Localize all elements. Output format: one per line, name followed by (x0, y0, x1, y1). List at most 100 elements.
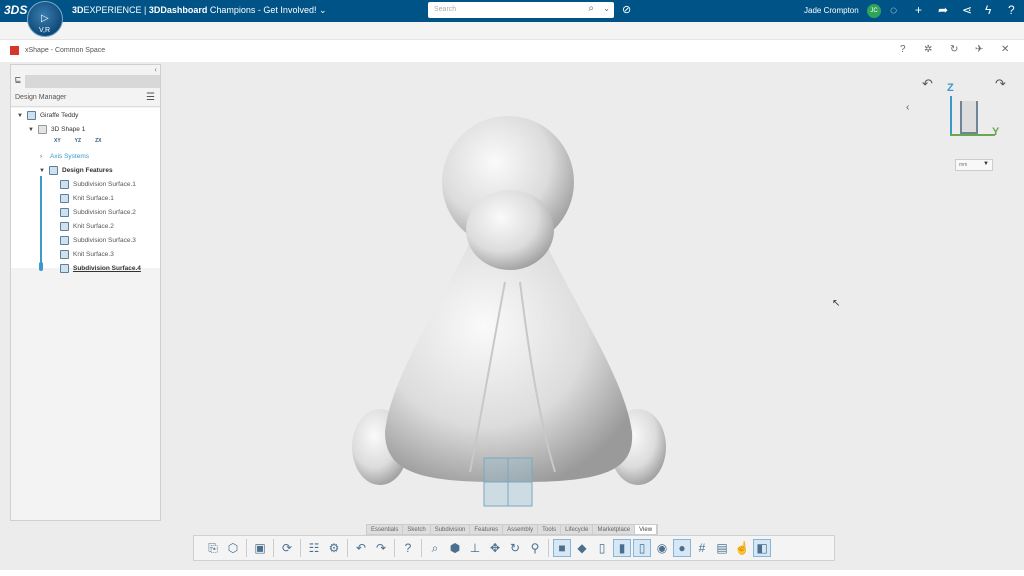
tab-marketplace[interactable]: Marketplace (593, 525, 636, 534)
panel-title: Design Manager (15, 94, 67, 101)
tag-icon[interactable]: ⊘ (622, 3, 631, 16)
compass[interactable]: ▷ V,R (27, 1, 63, 37)
action-bar-tabs: Essentials Sketch Subdivision Features A… (366, 524, 659, 535)
share-icon[interactable]: ➦ (938, 3, 948, 17)
select-icon[interactable]: ☝ (733, 539, 751, 557)
tree-node-feature[interactable]: Knit Surface.2 (60, 222, 114, 231)
tree-node-feature[interactable]: Subdivision Surface.2 (60, 208, 136, 217)
hidden-lines-icon[interactable]: ▯ (633, 539, 651, 557)
pan-icon[interactable]: ✥ (486, 539, 504, 557)
tree-node-feature[interactable]: Subdivision Surface.1 (60, 180, 136, 189)
refresh-icon[interactable]: ↻ (950, 44, 958, 55)
tab-essentials[interactable]: Essentials (367, 525, 404, 534)
shaded-icon[interactable]: ◆ (573, 539, 591, 557)
tree-node-feature[interactable]: Knit Surface.3 (60, 250, 114, 259)
redo-icon[interactable]: ↷ (372, 539, 390, 557)
avatar[interactable]: JC (867, 4, 881, 18)
design-manager-header: Design Manager ☰ (11, 89, 160, 107)
pin-icon[interactable]: ✈ (975, 44, 983, 55)
tab-sketch[interactable]: Sketch (403, 525, 431, 534)
action-bar: ⎘ ⬡ ▣ ⟳ ☷ ⚙ ↶ ↷? ⌕ ⬢ ⊥ ✥ ↻ ⚲ ■ ◆ ▯ ▮ ▯ ◉ ● # ▤ ☝ ◧ (193, 535, 835, 561)
add-icon[interactable]: + (915, 3, 922, 17)
tree-node-root[interactable]: ▼ Giraffe Teddy (17, 111, 78, 120)
display-icon[interactable]: ◧ (753, 539, 771, 557)
widget-title: xShape - Common Space (25, 47, 106, 54)
knit-icon (60, 222, 69, 231)
view-cube[interactable] (960, 101, 978, 134)
tools-icon[interactable]: ϟ (985, 3, 991, 17)
tree-node-design-features[interactable]: ▼ Design Features (39, 166, 113, 175)
xy-plane-icon[interactable]: XY (54, 138, 61, 144)
search-placeholder: Search (434, 6, 457, 13)
chevron-left-icon[interactable]: ‹ (906, 102, 909, 113)
tab-tools[interactable]: Tools (538, 525, 562, 534)
user-name[interactable]: Jade Crompton (804, 6, 859, 15)
plane-icons: XY YZ ZX (54, 138, 101, 144)
visibility-icon[interactable]: ◉ (653, 539, 671, 557)
search-icon[interactable]: ⌕ (588, 3, 594, 14)
tree-tab-icon[interactable]: ⊑ (11, 75, 25, 88)
tab-features[interactable]: Features (470, 525, 504, 534)
search-input[interactable]: Search ⌕ ⌄ (428, 2, 614, 18)
zoom-icon[interactable]: ⚲ (526, 539, 544, 557)
save-icon[interactable]: ▣ (251, 539, 269, 557)
tree-node-feature-selected[interactable]: Subdivision Surface.4 (60, 264, 141, 273)
shaded-edges-icon[interactable]: ■ (553, 539, 571, 557)
chevron-down-icon[interactable]: ⌄ (319, 5, 327, 15)
update-icon[interactable]: ⟳ (278, 539, 296, 557)
expand-icon[interactable]: › (40, 154, 46, 160)
tab-view[interactable]: View (635, 525, 658, 534)
expand-icon[interactable]: ▼ (17, 113, 23, 119)
zx-plane-icon[interactable]: ZX (95, 138, 101, 144)
tree-node-feature[interactable]: Knit Surface.1 (60, 194, 114, 203)
tree-node-feature[interactable]: Subdivision Surface.3 (60, 236, 136, 245)
app-title[interactable]: 3DEXPERIENCE | 3DDashboard Champions - G… (72, 5, 327, 16)
view-cube-icon[interactable]: ⬢ (446, 539, 464, 557)
subdivision-icon (60, 208, 69, 217)
network-icon[interactable]: ⋖ (962, 3, 972, 17)
help-icon[interactable]: ? (399, 539, 417, 557)
toolbar-separator (300, 539, 301, 557)
wireframe-icon[interactable]: ▯ (593, 539, 611, 557)
ambient-icon[interactable]: ● (673, 539, 691, 557)
tree-node-shape[interactable]: ▼ 3D Shape 1 (28, 125, 85, 134)
toolbar-separator (421, 539, 422, 557)
properties-icon[interactable]: ☷ (305, 539, 323, 557)
capture-icon[interactable]: ▤ (713, 539, 731, 557)
node-label: Design Features (62, 167, 113, 174)
subdivision-icon (60, 180, 69, 189)
close-icon[interactable]: ✕ (1001, 44, 1009, 55)
search-dropdown-icon[interactable]: ⌄ (603, 4, 610, 13)
rotate-icon[interactable]: ↻ (506, 539, 524, 557)
help-button[interactable]: ? (900, 44, 906, 55)
undo-icon[interactable]: ↶ (352, 539, 370, 557)
communication-icon[interactable]: ◌ (890, 3, 897, 17)
rotate-right-icon[interactable]: ↷ (995, 76, 1006, 92)
z-axis (950, 96, 952, 134)
collapse-panel-icon[interactable]: ‹ (154, 65, 157, 74)
zoom-area-icon[interactable]: ⌕ (426, 539, 444, 557)
expand-icon[interactable]: ▼ (39, 168, 45, 174)
insert-icon[interactable]: ⎘ (204, 539, 222, 557)
ds-logo[interactable]: 3DS (4, 3, 27, 17)
ground-icon[interactable]: ⊥ (466, 539, 484, 557)
units-select[interactable]: mm ▼ (955, 159, 993, 171)
tab-lifecycle[interactable]: Lifecycle (561, 525, 594, 534)
part-icon[interactable]: ⬡ (224, 539, 242, 557)
menu-icon[interactable]: ☰ (146, 92, 155, 103)
settings-icon[interactable]: ⚙ (325, 539, 343, 557)
shaded-hidden-icon[interactable]: ▮ (613, 539, 631, 557)
yz-plane-icon[interactable]: YZ (75, 138, 81, 144)
toolbar-separator (394, 539, 395, 557)
expand-icon[interactable]: ▼ (28, 127, 34, 133)
tree-node-axis-systems[interactable]: › Axis Systems (40, 153, 89, 160)
grid-icon[interactable]: # (693, 539, 711, 557)
help-icon[interactable]: ? (1008, 3, 1015, 17)
tab-subdivision[interactable]: Subdivision (431, 525, 471, 534)
gear-icon[interactable]: ✲ (924, 44, 932, 55)
tree-connector (40, 176, 42, 268)
tab-assembly[interactable]: Assembly (503, 525, 539, 534)
y-axis-label: Y (992, 126, 1000, 138)
tree-scroll-handle[interactable] (39, 262, 43, 271)
rotate-left-icon[interactable]: ↶ (922, 76, 933, 92)
